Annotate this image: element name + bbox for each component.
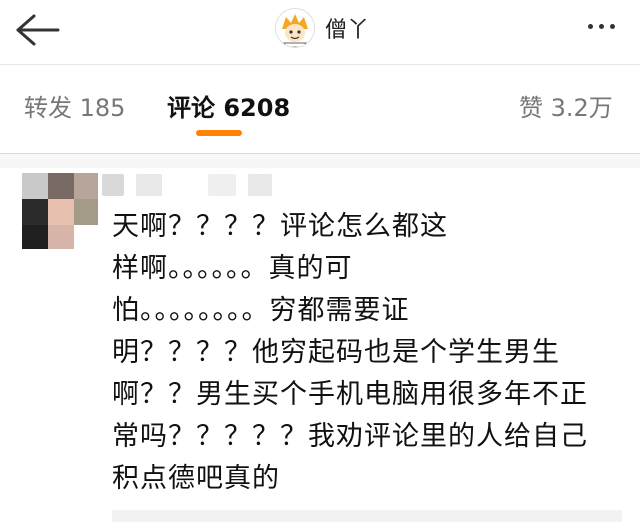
commenter-name-mosaic bbox=[102, 174, 272, 196]
tab-bar: 转发 185 评论 6208 赞 3.2万 bbox=[0, 72, 640, 146]
cartoon-avatar-icon bbox=[276, 9, 314, 47]
more-dots-icon bbox=[588, 23, 593, 29]
more-button[interactable] bbox=[588, 16, 628, 36]
profile-title[interactable]: 僧丫 bbox=[275, 6, 369, 50]
tab-comments[interactable]: 评论 6208 bbox=[167, 88, 290, 123]
comment-body: 天啊？？？？评论怎么都这 样啊。。。。。。真的可 怕。。。。。。。。穷都需要证 … bbox=[112, 211, 588, 494]
profile-name[interactable]: 僧丫 bbox=[325, 12, 369, 44]
commenter-avatar[interactable] bbox=[22, 173, 98, 249]
back-button[interactable] bbox=[14, 12, 60, 48]
active-tab-indicator bbox=[196, 130, 242, 136]
tab-likes[interactable]: 赞 3.2万 bbox=[519, 88, 613, 123]
top-bar: 僧丫 bbox=[0, 0, 640, 64]
back-arrow-icon bbox=[16, 14, 60, 46]
section-gap bbox=[0, 154, 640, 168]
bottom-strip bbox=[112, 510, 622, 522]
profile-avatar[interactable] bbox=[275, 8, 315, 48]
pixelated-avatar-icon bbox=[22, 173, 98, 249]
divider bbox=[0, 64, 640, 65]
tab-repost[interactable]: 转发 185 bbox=[24, 88, 125, 123]
